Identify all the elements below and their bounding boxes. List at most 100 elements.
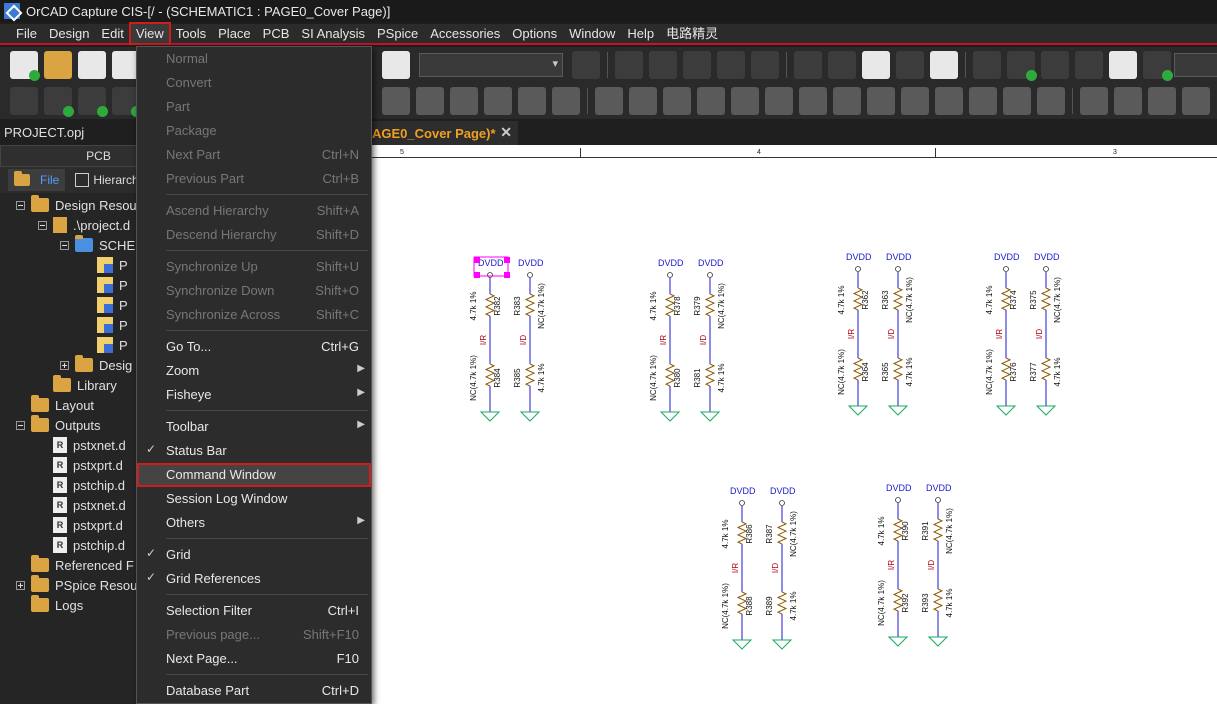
zoom-out-icon[interactable] [649, 51, 677, 79]
filter-icon-5[interactable] [731, 87, 759, 115]
filter-icon-14[interactable] [1037, 87, 1065, 115]
tree-node[interactable]: PSpice Resou [16, 575, 137, 595]
menu-tools[interactable]: Tools [170, 23, 212, 44]
filter-icon-2[interactable] [629, 87, 657, 115]
menu-item-command-window[interactable]: Command Window [137, 463, 371, 487]
tree-node[interactable]: Design Resou [16, 195, 137, 215]
zoom-all-icon[interactable] [717, 51, 745, 79]
waveform-icon[interactable] [1080, 87, 1108, 115]
tree-node[interactable]: .\project.d [38, 215, 130, 235]
tree-node[interactable]: Rpstchip.d [38, 535, 125, 555]
filter-icon-7[interactable] [799, 87, 827, 115]
tab-file[interactable]: File [8, 169, 66, 191]
menu-item-part[interactable]: Part [137, 95, 371, 119]
menu-item-status-bar[interactable]: ✓ Status Bar [137, 439, 371, 463]
menu-circuit-wizard[interactable]: 电路精灵 [660, 23, 724, 44]
menu-item-convert[interactable]: Convert [137, 71, 371, 95]
filter-icon-9[interactable] [867, 87, 895, 115]
collapse-icon[interactable] [16, 420, 25, 430]
menu-item-ascend-hierarchy[interactable]: Ascend Hierarchy Shift+A [137, 199, 371, 223]
menu-item-descend-hierarchy[interactable]: Descend Hierarchy Shift+D [137, 223, 371, 247]
bus-icon[interactable] [78, 87, 108, 117]
probe-icon[interactable] [1114, 87, 1142, 115]
menu-view[interactable]: View [128, 22, 171, 45]
align-left-icon[interactable] [382, 87, 410, 115]
save-icon[interactable] [78, 51, 106, 79]
collapse-icon[interactable] [60, 240, 69, 250]
annotate-icon[interactable] [794, 51, 822, 79]
tree-node[interactable]: Rpstxprt.d [38, 515, 123, 535]
menu-item-session-log-window[interactable]: Session Log Window [137, 487, 371, 511]
tree-node[interactable]: Rpstxnet.d [38, 435, 126, 455]
wire-icon[interactable] [10, 87, 38, 115]
expand-icon[interactable] [60, 360, 69, 370]
menu-window[interactable]: Window [563, 23, 621, 44]
filter-icon-11[interactable] [935, 87, 963, 115]
filter-icon-12[interactable] [969, 87, 997, 115]
drc-icon[interactable] [896, 51, 924, 79]
menu-item-package[interactable]: Package [137, 119, 371, 143]
filter-icon-10[interactable] [901, 87, 929, 115]
distribute-h-icon[interactable] [484, 87, 512, 115]
menu-item-synchronize-up[interactable]: Synchronize Up Shift+U [137, 255, 371, 279]
menu-item-database-part[interactable]: Database Part Ctrl+D [137, 679, 371, 703]
menu-item-previous-page[interactable]: Previous page... Shift+F10 [137, 623, 371, 647]
search-icon[interactable] [572, 51, 600, 79]
collapse-icon[interactable] [16, 200, 25, 210]
menu-pcb[interactable]: PCB [257, 23, 296, 44]
tree-node[interactable]: Library [38, 375, 117, 395]
sync-icon[interactable] [1041, 51, 1069, 79]
tree-node[interactable]: Rpstchip.d [38, 475, 125, 495]
project-name[interactable]: PROJECT.opj [4, 125, 84, 140]
menu-item-toolbar[interactable]: Toolbar ▶ [137, 415, 371, 439]
mouse-icon[interactable] [552, 87, 580, 115]
menu-item-selection-filter[interactable]: Selection Filter Ctrl+I [137, 599, 371, 623]
filter-icon-4[interactable] [697, 87, 725, 115]
menu-edit[interactable]: Edit [95, 23, 129, 44]
tree-node[interactable]: P [82, 335, 128, 355]
tree-node[interactable]: P [82, 275, 128, 295]
zoom-area-icon[interactable] [683, 51, 711, 79]
filter-icon-13[interactable] [1003, 87, 1031, 115]
tree-node[interactable]: P [82, 295, 128, 315]
menu-item-grid[interactable]: ✓ Grid [137, 543, 371, 567]
update-pcb-icon[interactable] [1007, 51, 1037, 81]
menu-design[interactable]: Design [43, 23, 95, 44]
menu-item-previous-part[interactable]: Previous Part Ctrl+B [137, 167, 371, 191]
filter-icon-6[interactable] [765, 87, 793, 115]
place-warning-icon[interactable] [382, 51, 410, 79]
toolbar-input[interactable] [1174, 53, 1217, 77]
tree-node[interactable]: Rpstxnet.d [38, 495, 126, 515]
menu-options[interactable]: Options [506, 23, 563, 44]
new-file-icon[interactable] [10, 51, 40, 81]
pcb-editor-icon[interactable] [973, 51, 1001, 79]
tree-node[interactable]: Logs [16, 595, 83, 615]
zoom-in-icon[interactable] [615, 51, 643, 79]
bom-icon[interactable] [1109, 51, 1137, 79]
expand-icon[interactable] [16, 580, 25, 590]
align-center-icon[interactable] [416, 87, 444, 115]
netlist-icon[interactable] [862, 51, 890, 79]
align-right-icon[interactable] [450, 87, 478, 115]
menu-accessories[interactable]: Accessories [424, 23, 506, 44]
backannotate-icon[interactable] [828, 51, 856, 79]
menu-file[interactable]: File [10, 23, 43, 44]
distribute-v-icon[interactable] [518, 87, 546, 115]
net-group-icon[interactable] [44, 87, 74, 117]
menu-place[interactable]: Place [212, 23, 257, 44]
ground-probe-icon[interactable] [1182, 87, 1210, 115]
menu-item-normal[interactable]: Normal [137, 47, 371, 71]
tree-node[interactable]: Referenced F [16, 555, 134, 575]
tree-node[interactable]: P [82, 255, 128, 275]
tree-node[interactable]: Rpstxprt.d [38, 455, 123, 475]
menu-item-synchronize-across[interactable]: Synchronize Across Shift+C [137, 303, 371, 327]
zoom-to-selection-icon[interactable] [751, 51, 779, 79]
tree-node[interactable]: Layout [16, 395, 94, 415]
menu-item-grid-references[interactable]: ✓ Grid References [137, 567, 371, 591]
close-icon[interactable]: ✕ [500, 124, 512, 141]
filter-icon-3[interactable] [663, 87, 691, 115]
menu-pspice[interactable]: PSpice [371, 23, 424, 44]
bus-probe-icon[interactable] [1148, 87, 1176, 115]
menu-item-next-part[interactable]: Next Part Ctrl+N [137, 143, 371, 167]
open-folder-icon[interactable] [44, 51, 72, 79]
